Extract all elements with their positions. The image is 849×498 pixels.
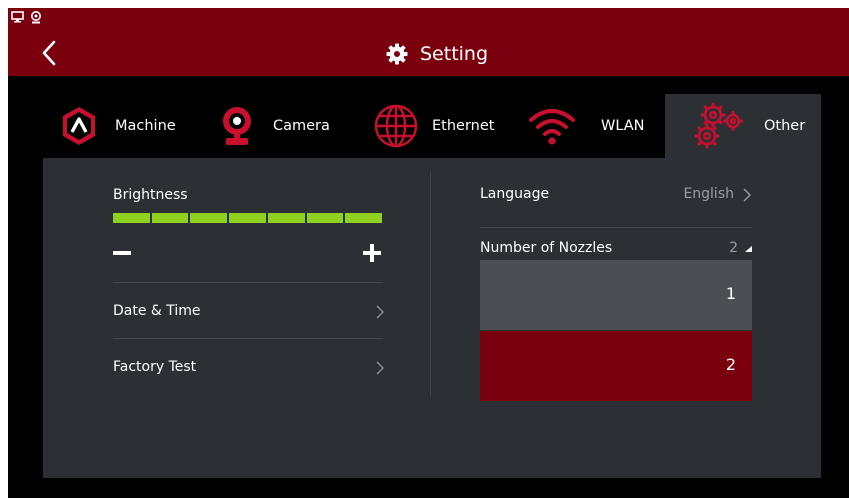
divider <box>480 227 752 228</box>
globe-icon <box>374 104 418 148</box>
machine-logo-icon <box>63 107 95 145</box>
page-title-group: Setting <box>386 40 488 68</box>
brightness-decrease-button[interactable] <box>113 244 135 262</box>
back-button[interactable] <box>34 38 64 68</box>
gears-icon <box>694 102 743 149</box>
tab-machine-label: Machine <box>115 118 176 134</box>
nozzles-value: 2 <box>729 240 738 256</box>
column-divider <box>430 172 431 396</box>
chevron-right-icon <box>743 188 751 202</box>
webcam-icon <box>31 10 41 23</box>
brightness-segment <box>229 213 266 223</box>
tab-ethernet-label: Ethernet <box>432 118 495 134</box>
caret-up-icon <box>745 246 752 252</box>
settings-panel: Brightness Date & Time Factory Test Lang… <box>43 158 821 478</box>
tab-wlan-label: WLAN <box>601 118 645 134</box>
factory-test-row[interactable]: Factory Test <box>113 340 384 394</box>
tab-camera[interactable]: Camera <box>203 94 343 158</box>
tab-bar: Machine Camera Ethernet WLAN Other <box>43 94 821 158</box>
brightness-increase-button[interactable] <box>361 242 383 264</box>
divider <box>113 282 383 283</box>
nozzles-row[interactable]: Number of Nozzles 2 <box>480 230 752 260</box>
wifi-icon <box>529 109 575 145</box>
language-row[interactable]: Language English <box>480 178 752 224</box>
tab-other[interactable]: Other <box>665 94 821 158</box>
monitor-icon <box>11 11 24 23</box>
page-title: Setting <box>420 43 489 65</box>
brightness-segment <box>113 213 150 223</box>
divider <box>113 338 383 339</box>
brightness-segment <box>267 213 305 223</box>
date-time-row[interactable]: Date & Time <box>113 284 384 338</box>
nozzles-option-label: 1 <box>725 284 736 303</box>
status-bar <box>11 10 42 24</box>
brightness-segment <box>345 213 383 223</box>
chevron-right-icon <box>376 361 384 375</box>
language-value: English <box>683 186 734 202</box>
brightness-segment <box>306 213 344 223</box>
brightness-label: Brightness <box>113 187 188 203</box>
tab-ethernet[interactable]: Ethernet <box>368 94 513 158</box>
nozzles-option-label: 2 <box>725 355 736 374</box>
brightness-segment <box>190 213 228 223</box>
brightness-segment <box>151 213 189 223</box>
nozzles-option-1[interactable]: 1 <box>480 260 752 330</box>
chevron-right-icon <box>376 305 384 319</box>
nozzles-label: Number of Nozzles <box>480 240 613 256</box>
gear-icon <box>386 43 408 65</box>
back-arrow-icon <box>42 40 56 66</box>
tab-wlan[interactable]: WLAN <box>521 94 651 158</box>
nozzles-dropdown: 1 2 <box>480 260 752 401</box>
factory-test-label: Factory Test <box>113 359 197 375</box>
brightness-bar[interactable] <box>113 213 383 223</box>
screen: Setting Machine Camera Ethernet WLAN Oth… <box>8 8 849 498</box>
tab-camera-label: Camera <box>273 118 330 134</box>
tab-other-label: Other <box>764 118 806 134</box>
header-bar: Setting <box>8 8 849 76</box>
language-label: Language <box>480 186 550 202</box>
nozzles-option-2[interactable]: 2 <box>480 331 752 401</box>
date-time-label: Date & Time <box>113 303 201 319</box>
camera-icon <box>223 107 251 145</box>
tab-machine[interactable]: Machine <box>43 94 193 158</box>
